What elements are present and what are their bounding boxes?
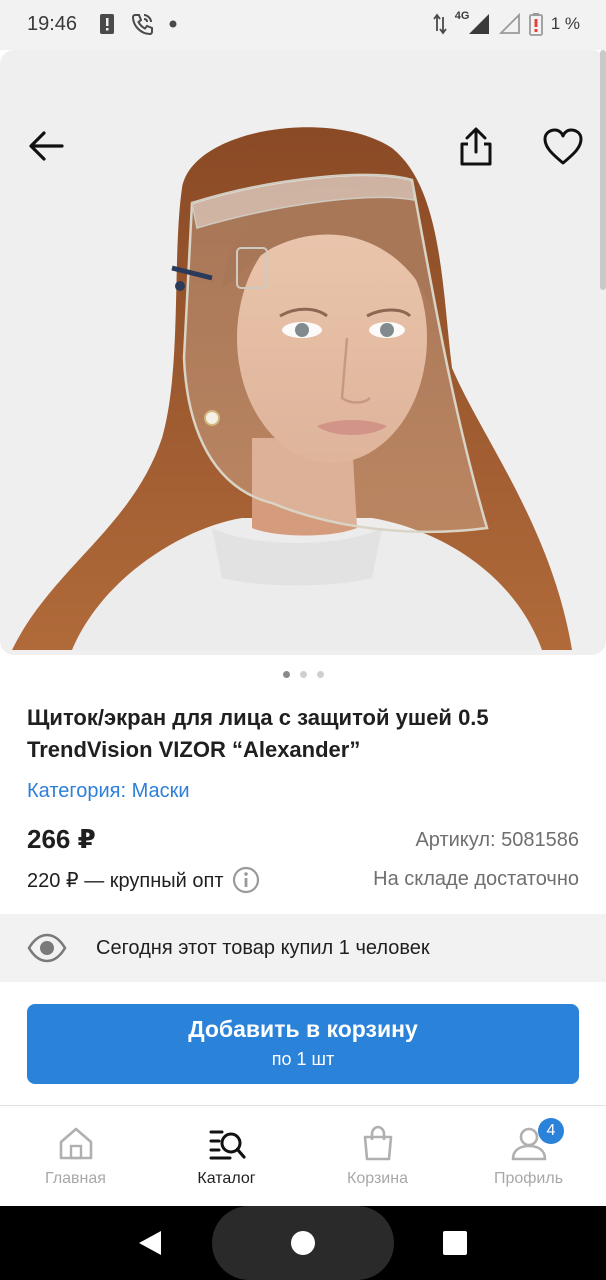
catalog-search-icon <box>209 1130 246 1160</box>
add-to-cart-button[interactable]: Добавить в корзину по 1 шт <box>27 1004 579 1084</box>
product-sku: Артикул: 5081586 <box>415 829 579 851</box>
home-circle-icon[interactable] <box>288 1228 318 1258</box>
pagination-dot[interactable] <box>299 671 307 678</box>
status-system: 4G 1 % <box>432 10 580 36</box>
tab-profile[interactable]: 4 Профиль <box>453 1106 604 1206</box>
eye-icon <box>27 933 67 963</box>
purchase-info-text: Сегодня этот товар купил 1 человек <box>96 937 430 959</box>
status-notifications <box>98 12 178 36</box>
info-icon[interactable] <box>232 866 260 894</box>
tab-home[interactable]: Главная <box>0 1106 151 1206</box>
add-to-cart-quantity: по 1 шт <box>271 1049 335 1069</box>
network-signal: 4G <box>455 10 491 36</box>
wifi-call-icon <box>131 14 153 36</box>
tab-cart[interactable]: Корзина <box>302 1106 453 1206</box>
battery-icon <box>528 13 543 36</box>
arrow-left-icon[interactable] <box>26 128 66 164</box>
product-gallery[interactable] <box>0 50 606 655</box>
product-photo <box>12 127 572 650</box>
dot-icon <box>169 20 177 28</box>
bag-icon <box>363 1125 393 1161</box>
status-time: 19:46 <box>27 13 78 35</box>
battery-level: 1 % <box>550 14 580 33</box>
heart-icon[interactable] <box>542 127 584 167</box>
signal-empty-icon <box>498 13 520 34</box>
wholesale-price-text: 220 ₽ — крупный опт <box>27 869 224 892</box>
stock-status: На складе достаточно <box>373 868 579 890</box>
product-price: 266 ₽ <box>27 824 96 854</box>
share-icon[interactable] <box>456 126 496 168</box>
bottom-tab-bar: Главная Каталог Корзина 4 Профиль <box>0 1105 606 1205</box>
pagination-dot-active[interactable] <box>282 671 290 678</box>
pagination-dot[interactable] <box>316 671 324 678</box>
system-navigation-bar <box>0 1206 606 1280</box>
wholesale-price: 220 ₽ — крупный опт <box>27 866 260 894</box>
profile-badge: 4 <box>538 1118 564 1144</box>
purchase-info-banner: Сегодня этот товар купил 1 человек <box>0 914 606 982</box>
data-arrows-icon <box>432 13 447 35</box>
tab-profile-label: Профиль <box>493 1170 564 1187</box>
tab-catalog-label: Каталог <box>197 1170 256 1187</box>
category-link[interactable]: Категория: Маски <box>27 780 190 803</box>
add-to-cart-label: Добавить в корзину <box>188 1016 418 1042</box>
tab-cart-label: Корзина <box>347 1170 408 1187</box>
status-bar: 19:46 4G 1 % <box>0 0 606 50</box>
tab-catalog[interactable]: Каталог <box>151 1106 302 1206</box>
scroll-indicator <box>600 50 606 290</box>
alert-icon <box>100 14 114 34</box>
gallery-pagination <box>0 671 606 678</box>
home-icon <box>59 1127 93 1160</box>
back-triangle-icon[interactable] <box>135 1228 165 1258</box>
product-title: Щиток/экран для лица с защитой ушей 0.5 … <box>27 705 489 762</box>
tab-home-label: Главная <box>45 1170 106 1187</box>
recents-square-icon[interactable] <box>440 1228 470 1258</box>
signal-icon <box>468 14 489 34</box>
